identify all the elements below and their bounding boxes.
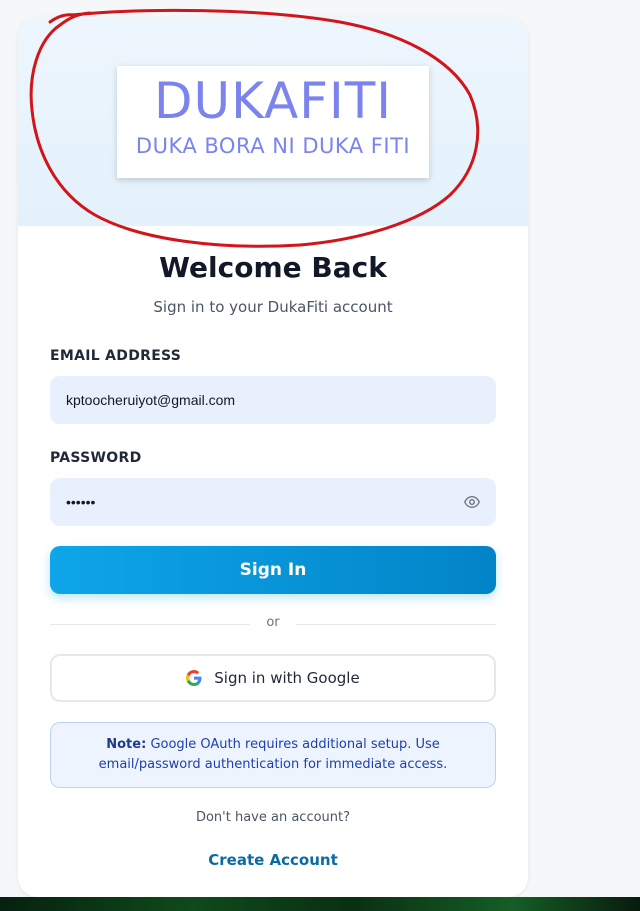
password-label: PASSWORD — [50, 450, 142, 466]
sign-in-button[interactable]: Sign In — [50, 546, 496, 594]
divider-or: or — [266, 615, 280, 630]
brand-logo: DUKAFITI DUKA BORA NI DUKA FITI — [117, 66, 429, 178]
oauth-note: Note: Google OAuth requires additional s… — [50, 722, 496, 788]
logo-tagline: DUKA BORA NI DUKA FITI — [135, 134, 411, 158]
desktop-background-strip — [0, 897, 640, 911]
logo-wordmark: DUKAFITI — [153, 72, 392, 130]
google-sign-in-label: Sign in with Google — [214, 669, 360, 687]
email-label: EMAIL ADDRESS — [50, 348, 182, 364]
google-sign-in-button[interactable]: Sign in with Google — [50, 654, 496, 702]
note-prefix: Note: — [106, 737, 147, 752]
page-subtitle: Sign in to your DukaFiti account — [153, 298, 393, 316]
email-field[interactable]: kptoocheruiyot@gmail.com — [50, 376, 496, 424]
no-account-prompt: Don't have an account? — [195, 810, 351, 825]
note-text: Google OAuth requires additional setup. … — [98, 737, 448, 772]
sign-in-label: Sign In — [239, 560, 307, 580]
login-card: DUKAFITI DUKA BORA NI DUKA FITI Welcome … — [18, 17, 528, 897]
logo-header: DUKAFITI DUKA BORA NI DUKA FITI — [18, 17, 528, 226]
password-field[interactable]: •••••• — [50, 478, 496, 526]
password-value: •••••• — [66, 494, 96, 510]
eye-icon[interactable] — [464, 494, 480, 510]
divider-right — [296, 624, 496, 625]
create-account-link[interactable]: Create Account — [18, 851, 528, 869]
page-title: Welcome Back — [159, 251, 387, 284]
divider-left — [50, 624, 250, 625]
google-icon — [186, 670, 202, 686]
email-value: kptoocheruiyot@gmail.com — [66, 392, 236, 408]
